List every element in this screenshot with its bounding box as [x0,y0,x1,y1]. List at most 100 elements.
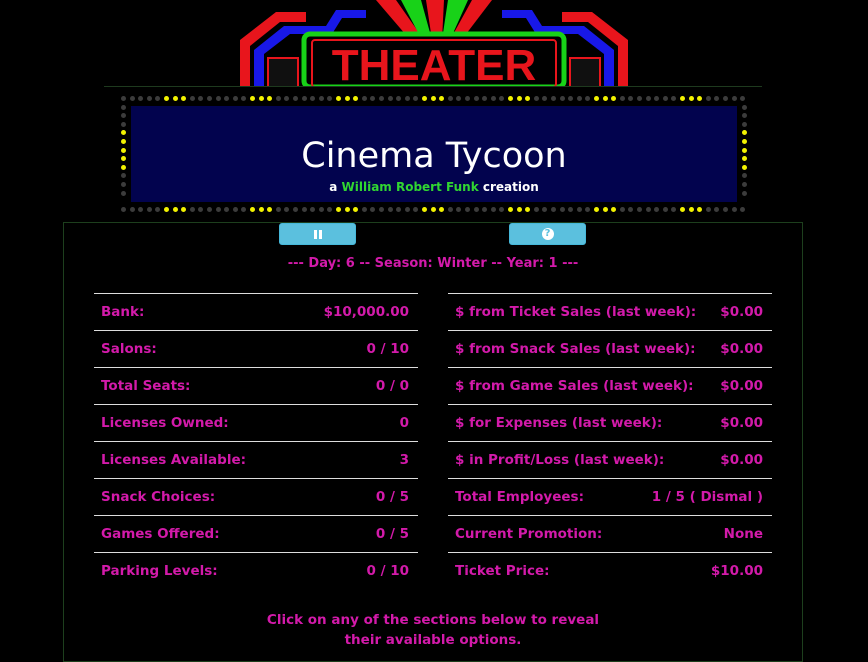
marquee-bulb [525,96,531,101]
stat-label: Current Promotion: [455,526,603,542]
marquee-bulb [284,207,290,212]
marquee-bulb [155,96,161,101]
marquee-bulb [533,207,539,212]
marquee-bulb [611,207,617,212]
stat-value: 1 / 5 ( Dismal ) [651,489,763,505]
marquee-bulb [619,96,625,101]
day-season-year: --- Day: 6 -- Season: Winter -- Year: 1 … [287,256,579,271]
stat-row-parking-levels[interactable]: Parking Levels: 0 / 10 [94,552,418,589]
stat-row-games-offered[interactable]: Games Offered: 0 / 5 [94,515,418,552]
marquee-bulb [551,96,556,101]
marquee-bulb [267,96,273,101]
marquee-bulb [146,96,152,101]
marquee-bulb [207,96,212,101]
marquee-bulb [723,207,728,212]
byline: a William Robert Funk creation [131,179,737,195]
marquee-bulb [181,207,187,212]
marquee-bulb [742,104,747,110]
stat-row-bank[interactable]: Bank: $10,000.00 [94,293,418,330]
marquee-bulb [404,207,410,212]
marquee-bulb [628,96,634,101]
marquee-bulb [482,96,488,101]
stat-row-total-seats[interactable]: Total Seats: 0 / 0 [94,367,418,404]
marquee-bulb [742,147,747,153]
marquee-bulb [645,207,651,212]
marquee-bulb [361,207,367,212]
stat-label: $ for Expenses (last week): [455,415,663,431]
stat-row-salons[interactable]: Salons: 0 / 10 [94,330,418,367]
marquee-bulb [697,207,703,212]
marquee-bulb [731,207,737,212]
stat-label: $ in Profit/Loss (last week): [455,452,665,468]
stat-value: 0 / 5 [375,526,409,542]
stat-row-total-employees[interactable]: Total Employees: 1 / 5 ( Dismal ) [448,478,772,515]
marquee-bulb [413,96,419,101]
marquee-bulb [508,96,513,101]
stat-row-snack-sales[interactable]: $ from Snack Sales (last week): $0.00 [448,330,772,367]
marquee-bulb [121,130,126,136]
marquee-bulb [533,96,539,101]
marquee-bulb [172,207,178,212]
marquee-bulb [619,207,625,212]
marquee-bulb [301,96,307,101]
marquee-bulb [198,207,204,212]
stat-row-game-sales[interactable]: $ from Game Sales (last week): $0.00 [448,367,772,404]
marquee-bulb [336,96,341,101]
marquee-bulb [198,96,204,101]
marquee-bulb [164,207,169,212]
stat-row-profit-loss[interactable]: $ in Profit/Loss (last week): $0.00 [448,441,772,478]
marquee-bulb [499,207,505,212]
stat-row-licenses-available[interactable]: Licenses Available: 3 [94,441,418,478]
marquee-bulb [258,96,264,101]
marquee-bulb [742,113,747,119]
marquee-bulb [688,207,694,212]
pause-button[interactable] [279,223,356,245]
marquee-bulb [516,207,522,212]
marquee-bulb [637,207,642,212]
marquee-bulb [447,207,453,212]
stat-value: 0 / 0 [375,378,409,394]
marquee-bulb [207,207,212,212]
marquee-bulb [662,96,668,101]
marquee-bulb [654,207,660,212]
marquee-bulb [499,96,505,101]
marquee-bulb [121,182,126,187]
marquee-screen: Cinema Tycoon a William Robert Funk crea… [131,106,737,202]
marquee-bulb [742,139,747,144]
stat-row-snack-choices[interactable]: Snack Choices: 0 / 5 [94,478,418,515]
marquee-bulb [379,207,384,212]
marquee-bulb [705,207,711,212]
stat-row-expenses[interactable]: $ for Expenses (last week): $0.00 [448,404,772,441]
marquee-bulb [594,96,599,101]
marquee-bulb [250,207,255,212]
marquee-bulb [138,96,144,101]
stat-label: Snack Choices: [101,489,216,505]
stat-value: None [723,526,763,542]
stat-label: Licenses Available: [101,452,247,468]
marquee-bulb [525,207,531,212]
stat-row-current-promotion[interactable]: Current Promotion: None [448,515,772,552]
marquee-bulb [490,96,496,101]
instructions-line-1: Click on any of the sections below to re… [266,612,600,628]
stat-value: $10.00 [710,563,763,579]
marquee-bulb [164,96,169,101]
marquee-bulb [422,96,427,101]
stat-value: 3 [399,452,409,468]
game-title: Cinema Tycoon [301,136,567,176]
marquee-bulb [121,156,126,162]
marquee-bulb [742,121,747,127]
marquee-bulb [551,207,556,212]
help-button[interactable]: ? [509,223,586,245]
marquee-bulb [310,207,316,212]
stat-row-licenses-owned[interactable]: Licenses Owned: 0 [94,404,418,441]
marquee-bulb [422,207,427,212]
marquee-bulb [121,207,126,212]
stat-row-ticket-sales[interactable]: $ from Ticket Sales (last week): $0.00 [448,293,772,330]
marquee-bulb [576,207,582,212]
theater-logo: THEATER [236,0,632,87]
marquee-bulb [284,96,290,101]
stat-row-ticket-price[interactable]: Ticket Price: $10.00 [448,552,772,589]
marquee-bulb [671,207,677,212]
marquee-bulb [241,96,247,101]
marquee-bulb [189,207,195,212]
